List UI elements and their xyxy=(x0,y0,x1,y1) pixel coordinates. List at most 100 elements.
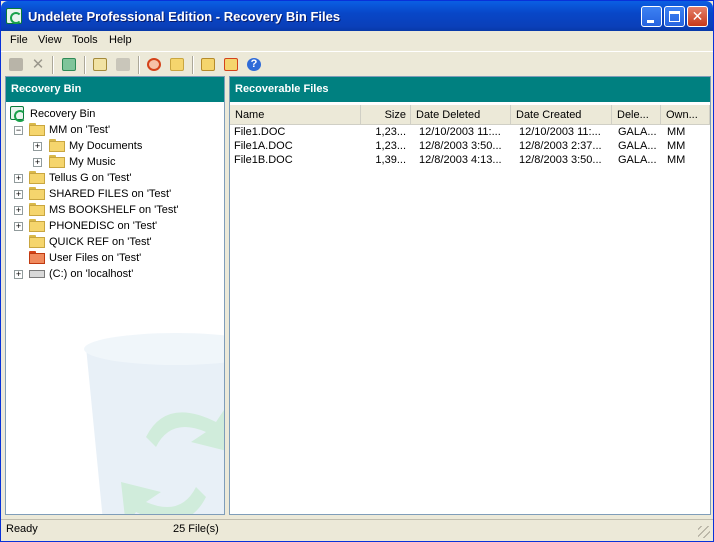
collapse-icon[interactable]: − xyxy=(14,126,23,135)
help-button[interactable]: ? xyxy=(245,56,263,73)
tree-label: PHONEDISC on 'Test' xyxy=(49,220,158,232)
properties-button[interactable] xyxy=(91,56,109,73)
cell-deleted-by: GALA... xyxy=(618,140,657,152)
cell-size: 1,23... xyxy=(375,126,406,138)
close-button[interactable]: ✕ xyxy=(687,6,708,27)
tree-label: Recovery Bin xyxy=(30,108,96,120)
recycle-bin-watermark xyxy=(84,333,224,514)
maximize-button[interactable] xyxy=(664,6,685,27)
window-title: Undelete Professional Edition - Recovery… xyxy=(28,9,341,24)
toolbar-separator xyxy=(52,56,54,74)
expand-icon[interactable]: + xyxy=(33,142,42,151)
new-folder-button[interactable] xyxy=(168,56,186,73)
column-owner[interactable]: Own... xyxy=(661,105,710,124)
cell-owner: MM xyxy=(667,126,686,138)
recovery-bin-icon[interactable] xyxy=(6,8,22,24)
refresh-button[interactable] xyxy=(60,56,78,73)
recovery-bin-header: Recovery Bin xyxy=(6,77,224,102)
settings-button[interactable] xyxy=(199,56,217,73)
no-entry-icon xyxy=(147,58,161,71)
table-row[interactable]: File1A.DOC 1,23... 12/8/2003 3:50... 12/… xyxy=(230,140,710,154)
recover-button[interactable] xyxy=(7,56,25,73)
expand-icon[interactable]: + xyxy=(14,222,23,231)
folder-icon xyxy=(170,58,184,71)
toolbar: ✕ ? xyxy=(1,51,713,76)
menu-help[interactable]: Help xyxy=(109,34,132,46)
folder-icon xyxy=(29,219,45,232)
tree-label: Tellus G on 'Test' xyxy=(49,172,132,184)
expand-icon[interactable]: + xyxy=(14,206,23,215)
status-bar: Ready 25 File(s) xyxy=(1,519,713,541)
cell-name: File1A.DOC xyxy=(234,140,293,152)
cell-name: File1.DOC xyxy=(234,126,286,138)
delete-button[interactable]: ✕ xyxy=(29,56,47,73)
exclusions-button[interactable] xyxy=(222,56,240,73)
expand-icon[interactable]: + xyxy=(14,174,23,183)
column-date-deleted[interactable]: Date Deleted xyxy=(411,105,511,124)
maximize-icon xyxy=(669,11,680,22)
expand-icon[interactable]: + xyxy=(14,270,23,279)
cell-date-created: 12/8/2003 2:37... xyxy=(519,140,602,152)
expand-icon[interactable]: + xyxy=(14,190,23,199)
menu-view[interactable]: View xyxy=(38,34,62,46)
toolbar-separator xyxy=(138,56,140,74)
cell-size: 1,23... xyxy=(375,140,406,152)
cell-name: File1B.DOC xyxy=(234,154,293,166)
table-row[interactable]: File1.DOC 1,23... 12/10/2003 11:... 12/1… xyxy=(230,126,710,140)
help-icon: ? xyxy=(247,58,261,71)
recoverable-files-header: Recoverable Files xyxy=(230,77,710,102)
close-icon: ✕ xyxy=(691,8,704,24)
title-bar[interactable]: Undelete Professional Edition - Recovery… xyxy=(1,1,713,31)
cell-owner: MM xyxy=(667,140,686,152)
folder-exclude-icon xyxy=(224,58,238,71)
tree-label: User Files on 'Test' xyxy=(49,252,142,264)
resize-grip-icon[interactable] xyxy=(698,526,710,538)
filter-button[interactable] xyxy=(145,56,163,73)
file-count: 25 File(s) xyxy=(173,523,219,535)
tree-label: SHARED FILES on 'Test' xyxy=(49,188,172,200)
tree-label: MS BOOKSHELF on 'Test' xyxy=(49,204,179,216)
folder-blocked-icon xyxy=(29,251,45,264)
folder-icon xyxy=(29,203,45,216)
folder-icon xyxy=(29,187,45,200)
cell-date-deleted: 12/10/2003 11:... xyxy=(419,126,501,138)
column-size[interactable]: Size xyxy=(361,105,411,124)
expand-icon[interactable]: + xyxy=(33,158,42,167)
cell-date-created: 12/8/2003 3:50... xyxy=(519,154,602,166)
toolbar-separator xyxy=(84,56,86,74)
recoverable-files-pane: Recoverable Files Name Size Date Deleted… xyxy=(229,76,711,515)
tree-label: MM on 'Test' xyxy=(49,124,111,136)
column-name[interactable]: Name xyxy=(230,105,361,124)
recovery-bin-pane: Recovery Bin Recovery Bin − MM on 'Test'… xyxy=(5,76,225,515)
delete-icon: ✕ xyxy=(31,56,45,73)
minimize-button[interactable] xyxy=(641,6,662,27)
cell-deleted-by: GALA... xyxy=(618,126,657,138)
folder-icon xyxy=(49,155,65,168)
folder-icon xyxy=(29,171,45,184)
drive-icon xyxy=(29,270,45,278)
properties-icon xyxy=(93,58,107,71)
app-window: Undelete Professional Edition - Recovery… xyxy=(0,0,714,542)
refresh-icon xyxy=(62,58,76,71)
column-headers: Name Size Date Deleted Date Created Dele… xyxy=(230,105,710,125)
cell-date-deleted: 12/8/2003 3:50... xyxy=(419,140,502,152)
menu-file[interactable]: File xyxy=(10,34,28,46)
cell-deleted-by: GALA... xyxy=(618,154,657,166)
folder-icon xyxy=(29,235,45,248)
tree-label: QUICK REF on 'Test' xyxy=(49,236,152,248)
table-row[interactable]: File1B.DOC 1,39... 12/8/2003 4:13... 12/… xyxy=(230,154,710,168)
cell-owner: MM xyxy=(667,154,686,166)
tree-label: My Documents xyxy=(69,140,143,152)
folder-settings-icon xyxy=(201,58,215,71)
column-date-created[interactable]: Date Created xyxy=(511,105,612,124)
undo-button[interactable] xyxy=(114,56,132,73)
status-text: Ready xyxy=(6,523,38,535)
folder-icon xyxy=(49,139,65,152)
recover-icon xyxy=(9,58,23,71)
cell-size: 1,39... xyxy=(375,154,406,166)
recovery-bin-icon xyxy=(10,106,26,122)
column-deleted-by[interactable]: Dele... xyxy=(612,105,661,124)
folder-open-icon xyxy=(29,123,45,136)
menu-tools[interactable]: Tools xyxy=(72,34,98,46)
cell-date-deleted: 12/8/2003 4:13... xyxy=(419,154,502,166)
